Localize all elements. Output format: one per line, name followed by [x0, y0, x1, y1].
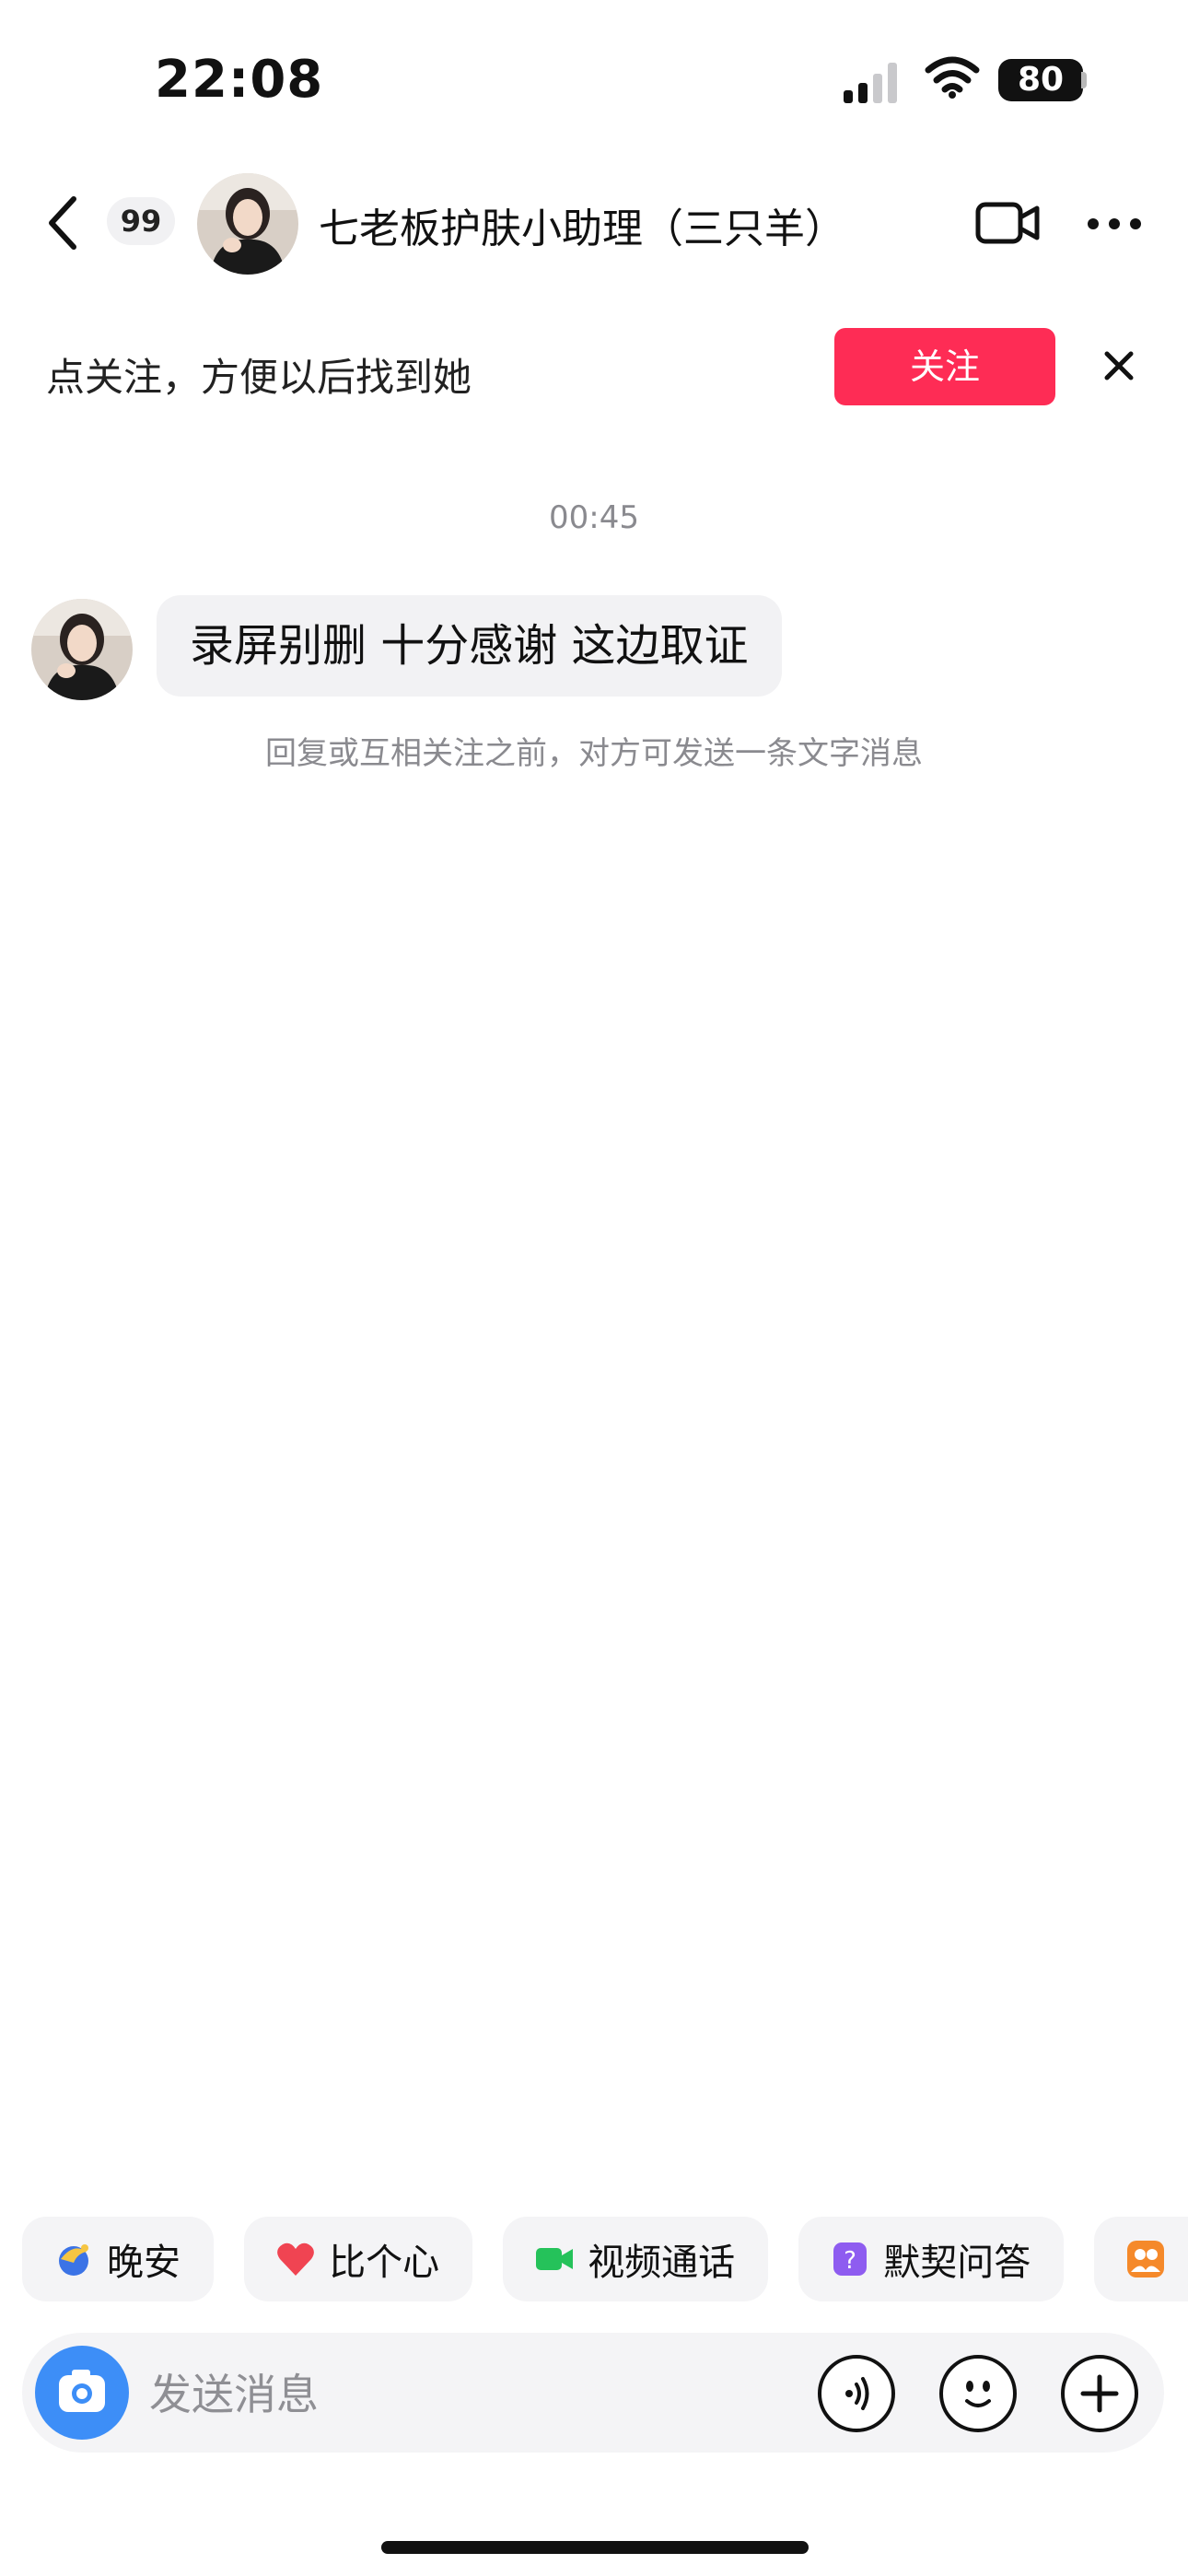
emoji-button[interactable] [939, 2355, 1017, 2432]
quick-reply-label: 视频通话 [588, 2242, 736, 2284]
plus-icon [1080, 2374, 1119, 2413]
battery-tip [1081, 72, 1087, 88]
video-call-icon[interactable] [974, 199, 1041, 247]
emoji-face-icon [965, 2381, 991, 2407]
messaging-limit-notice: 回复或互相关注之前，对方可发送一条文字消息 [265, 735, 923, 772]
message-timestamp: 00:45 [549, 499, 639, 536]
question-icon: ? [833, 2242, 868, 2276]
follow-prompt-text: 点关注，方便以后找到她 [46, 355, 472, 400]
quick-reply-heart[interactable]: 比个心 [244, 2217, 473, 2301]
camera-button[interactable] [35, 2346, 129, 2440]
status-time: 22:08 [155, 50, 324, 110]
wifi-icon [925, 56, 980, 99]
home-indicator[interactable] [381, 2541, 809, 2554]
chat-title[interactable]: 七老板护肤小助理（三只羊） [319, 195, 845, 254]
voice-button[interactable] [818, 2355, 895, 2432]
heart-icon [277, 2242, 314, 2276]
quick-reply-label: 晚安 [107, 2242, 181, 2284]
back-arrow-icon[interactable] [42, 193, 83, 252]
quick-reply-video-call[interactable]: 视频通话 [503, 2217, 769, 2301]
add-attachment-button[interactable] [1061, 2355, 1138, 2432]
message-bubble[interactable]: 录屏别删 十分感谢 这边取证 [157, 595, 782, 697]
quick-reply-goodnight[interactable]: 晚安 [22, 2217, 214, 2301]
quick-reply-more[interactable] [1094, 2217, 1188, 2301]
voice-wave-icon [845, 2377, 869, 2410]
video-call-icon [536, 2248, 574, 2270]
close-icon[interactable] [1101, 348, 1136, 383]
battery-indicator: 80 [998, 59, 1083, 101]
svg-text:?: ? [844, 2247, 856, 2275]
group-icon [1127, 2241, 1165, 2277]
camera-icon [59, 2370, 105, 2412]
more-options-icon[interactable] [1087, 217, 1142, 230]
quick-reply-label: 比个心 [329, 2242, 440, 2284]
unread-count-badge[interactable]: 99 [107, 197, 175, 245]
moon-icon [59, 2244, 88, 2276]
quick-reply-quiz[interactable]: ? 默契问答 [798, 2217, 1065, 2301]
quick-reply-label: 默契问答 [883, 2242, 1031, 2284]
message-input[interactable] [147, 2359, 796, 2430]
follow-button[interactable]: 关注 [834, 328, 1055, 405]
sender-avatar[interactable] [31, 599, 133, 700]
contact-avatar[interactable] [197, 173, 298, 275]
cellular-signal-icon [844, 63, 901, 103]
quick-reply-bar: 晚安 比个心 视频通话 ? 默契问答 [22, 2217, 1188, 2301]
